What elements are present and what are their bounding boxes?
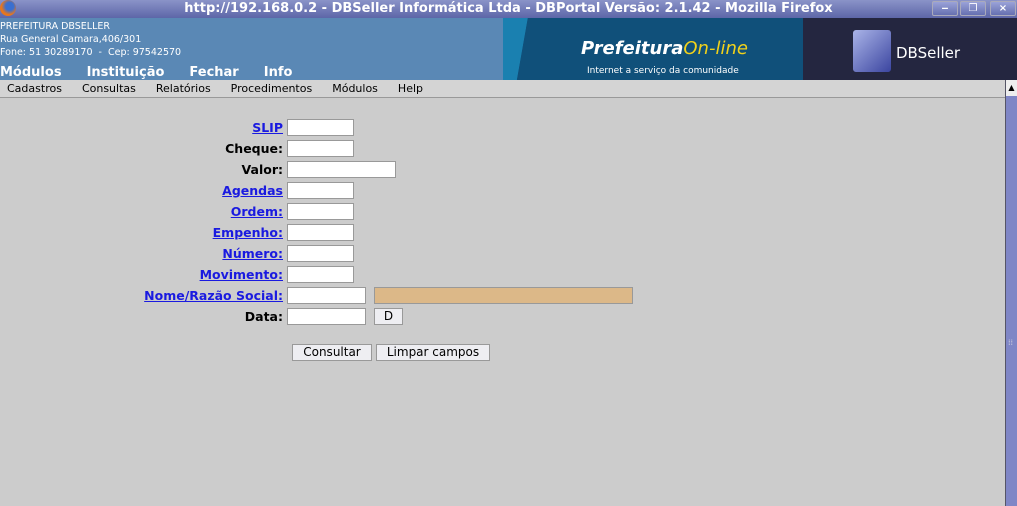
consultar-button[interactable]: Consultar <box>292 344 372 361</box>
window-titlebar: http://192.168.0.2 - DBSeller Informátic… <box>0 0 1017 18</box>
agendas-link[interactable]: Agendas <box>0 183 287 198</box>
empenho-input[interactable] <box>287 224 354 241</box>
scroll-up-arrow-icon[interactable]: ▲ <box>1006 80 1017 96</box>
org-address: Rua General Camara,406/301 <box>0 34 142 45</box>
prefeitura-logo: PrefeituraOn-line <box>581 38 748 59</box>
menu-bar: Cadastros Consultas Relatórios Procedime… <box>0 80 1005 98</box>
restore-button[interactable]: ❐ <box>960 1 986 16</box>
agendas-input[interactable] <box>287 182 354 199</box>
menu-cadastros[interactable]: Cadastros <box>7 80 62 97</box>
menu-procedimentos[interactable]: Procedimentos <box>231 80 313 97</box>
top-menu-instituicao[interactable]: Instituição <box>87 65 165 80</box>
menu-help[interactable]: Help <box>398 80 423 97</box>
dbseller-logo-icon <box>853 30 891 72</box>
org-contact: Fone: 51 30289170 - Cep: 97542570 <box>0 47 182 58</box>
top-menu-modulos[interactable]: Módulos <box>0 65 62 80</box>
date-picker-button[interactable]: D <box>374 308 403 325</box>
vertical-scrollbar[interactable]: ▲ ⁞⁞ <box>1005 80 1017 506</box>
dbseller-logo-text: DBSeller <box>896 44 961 62</box>
movimento-link[interactable]: Movimento: <box>0 267 287 282</box>
close-button[interactable]: × <box>990 1 1016 16</box>
numero-link[interactable]: Número: <box>0 246 287 261</box>
portal-header: PREFEITURA DBSELLER Rua General Camara,4… <box>0 18 1017 80</box>
menu-modulos[interactable]: Módulos <box>332 80 378 97</box>
data-input[interactable] <box>287 308 366 325</box>
menu-relatorios[interactable]: Relatórios <box>156 80 211 97</box>
top-menu-fechar[interactable]: Fechar <box>189 65 238 80</box>
org-name: PREFEITURA DBSELLER <box>0 21 110 32</box>
slip-link[interactable]: SLIP <box>0 120 287 135</box>
org-info: PREFEITURA DBSELLER Rua General Camara,4… <box>0 20 181 59</box>
movimento-input[interactable] <box>287 266 354 283</box>
nome-razao-social-link[interactable]: Nome/Razão Social: <box>0 288 287 303</box>
ordem-input[interactable] <box>287 203 354 220</box>
scroll-grip-icon: ⁞⁞ <box>1008 338 1014 347</box>
cheque-label: Cheque: <box>225 141 283 156</box>
banner-subtitle: Internet a serviço da comunidade <box>587 66 739 76</box>
nome-readonly-field <box>374 287 633 304</box>
cheque-input[interactable] <box>287 140 354 157</box>
numero-input[interactable] <box>287 245 354 262</box>
valor-input[interactable] <box>287 161 396 178</box>
valor-label: Valor: <box>241 162 283 177</box>
minimize-button[interactable]: ‒ <box>932 1 958 16</box>
top-menu: Módulos Instituição Fechar Info <box>0 65 317 80</box>
banner: PrefeituraOn-line Internet a serviço da … <box>503 18 1017 80</box>
nome-code-input[interactable] <box>287 287 366 304</box>
window-title: http://192.168.0.2 - DBSeller Informátic… <box>184 1 833 16</box>
slip-input[interactable] <box>287 119 354 136</box>
data-label: Data: <box>244 309 283 324</box>
limpar-campos-button[interactable]: Limpar campos <box>376 344 490 361</box>
firefox-icon <box>0 0 16 16</box>
menu-consultas[interactable]: Consultas <box>82 80 136 97</box>
empenho-link[interactable]: Empenho: <box>0 225 287 240</box>
top-menu-info[interactable]: Info <box>264 65 293 80</box>
ordem-link[interactable]: Ordem: <box>0 204 287 219</box>
